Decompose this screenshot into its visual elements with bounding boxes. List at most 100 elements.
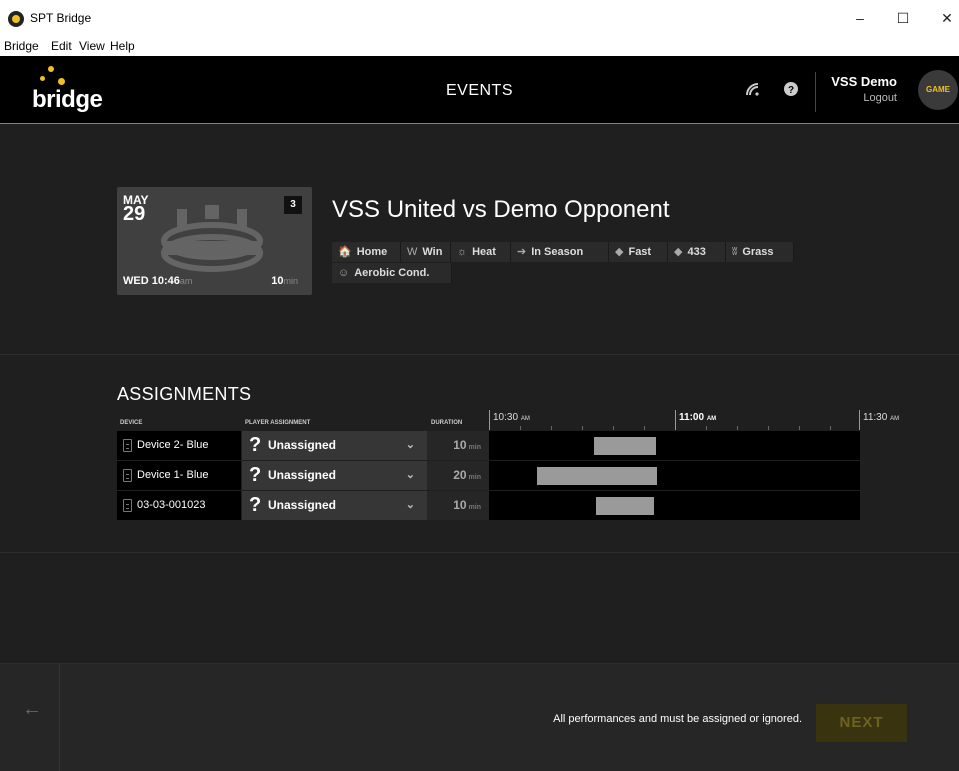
- timeline-minor-tick: [551, 426, 552, 430]
- minimize-button[interactable]: –: [842, 6, 878, 30]
- timeline-time: 11:00: [679, 412, 705, 423]
- sun-icon: ☼: [457, 246, 468, 258]
- menu-edit[interactable]: Edit: [51, 39, 72, 53]
- tag-home: 🏠 Home: [332, 242, 401, 262]
- tag-grass: ʬ Grass: [726, 242, 794, 262]
- timeline-track: [489, 461, 860, 490]
- timeline-label-1130: 11:30 AM: [863, 412, 899, 423]
- help-icon[interactable]: ?: [784, 82, 798, 100]
- back-button[interactable]: ←: [0, 664, 60, 771]
- tag-label: Grass: [742, 246, 774, 258]
- duration-unit: min: [468, 474, 481, 481]
- timeline-track: [489, 491, 860, 520]
- duration-cell: 10 min: [427, 491, 489, 520]
- player-value: Unassigned: [268, 498, 337, 512]
- chevron-down-icon: ⌄: [405, 469, 415, 481]
- app-icon: [8, 11, 24, 27]
- duration-value: 20: [453, 468, 467, 482]
- window-titlebar: SPT Bridge – ☐ ✕: [0, 0, 959, 38]
- player-select[interactable]: ? Unassigned ⌄: [242, 491, 427, 520]
- next-button[interactable]: NEXT: [816, 704, 907, 742]
- duration-column-header: DURATION: [431, 420, 463, 426]
- maximize-button[interactable]: ☐: [885, 6, 921, 30]
- tag-label: 433: [687, 246, 706, 258]
- timeline-minor-tick: [582, 426, 583, 430]
- timeline-minor-tick: [799, 426, 800, 430]
- timeline-major-tick: [489, 410, 490, 430]
- timeline-minor-tick: [644, 426, 645, 430]
- season-icon: ➔: [517, 246, 527, 258]
- tag-in-season: ➔ In Season: [511, 242, 609, 262]
- duration-cell: 20 min: [427, 461, 489, 490]
- session-bar[interactable]: [537, 467, 657, 485]
- menu-bridge[interactable]: Bridge: [4, 39, 39, 53]
- question-mark-icon: ?: [249, 464, 262, 486]
- duration-value: 10: [453, 498, 467, 512]
- timeline-label-1030: 10:30 AM: [493, 412, 530, 423]
- event-time: WED 10:46: [123, 275, 180, 287]
- event-date-card: MAY 29 3 WED 10:46am 10min: [117, 187, 312, 295]
- timeline-minor-tick: [768, 426, 769, 430]
- grass-icon: ʬ: [732, 246, 738, 258]
- svg-text:?: ?: [788, 85, 794, 96]
- footer-message: All performances and must be assigned or…: [553, 713, 802, 725]
- logout-link[interactable]: Logout: [863, 92, 897, 104]
- timeline-suffix: AM: [520, 416, 530, 422]
- footer-bar: ← All performances and must be assigned …: [0, 664, 959, 771]
- win-icon: W: [407, 246, 418, 258]
- tag-label: Win: [422, 246, 443, 258]
- device-icon: [123, 439, 132, 452]
- question-mark-icon: ?: [249, 434, 262, 456]
- app-header: bridge EVENTS ? VSS Demo Logout GAME: [0, 56, 959, 124]
- duration-unit: min: [468, 504, 481, 511]
- timeline-minor-tick: [737, 426, 738, 430]
- stadium-icon: [161, 205, 263, 272]
- device-name: Device 2- Blue: [137, 439, 209, 451]
- table-row: Device 1- Blue ? Unassigned ⌄ 20 min: [117, 461, 860, 491]
- player-select[interactable]: ? Unassigned ⌄: [242, 461, 427, 490]
- logo-dot-icon: [48, 66, 54, 72]
- timeline-major-tick: [859, 410, 860, 430]
- session-bar[interactable]: [594, 437, 656, 455]
- user-icon: ☺: [338, 267, 350, 279]
- timeline-suffix: AM: [890, 416, 900, 422]
- header-divider: [815, 72, 816, 112]
- timeline-minor-tick: [830, 426, 831, 430]
- window-title: SPT Bridge: [30, 11, 92, 25]
- chevron-down-icon: ⌄: [405, 499, 415, 511]
- device-cell: Device 2- Blue: [117, 431, 241, 460]
- section-divider: [0, 552, 959, 553]
- event-duration: 10min: [271, 275, 298, 287]
- event-duration-unit: min: [283, 276, 298, 286]
- menu-help[interactable]: Help: [110, 39, 135, 53]
- tag-icon: ◆: [615, 246, 624, 258]
- arrow-left-icon: ←: [22, 698, 42, 720]
- chevron-down-icon: ⌄: [405, 439, 415, 451]
- event-title: VSS United vs Demo Opponent: [332, 196, 670, 223]
- avatar[interactable]: GAME: [918, 70, 958, 110]
- section-divider: [0, 354, 959, 355]
- home-icon: 🏠: [338, 246, 352, 258]
- wireless-icon[interactable]: [745, 82, 761, 100]
- tag-fast: ◆ Fast: [609, 242, 668, 262]
- table-row: Device 2- Blue ? Unassigned ⌄ 10 min: [117, 431, 860, 461]
- tag-label: Home: [356, 246, 388, 258]
- tag-win: W Win: [401, 242, 451, 262]
- player-select[interactable]: ? Unassigned ⌄: [242, 431, 427, 460]
- session-bar[interactable]: [596, 497, 654, 515]
- menu-view[interactable]: View: [79, 39, 105, 53]
- timeline-minor-tick: [706, 426, 707, 430]
- timeline-time: 10:30: [493, 412, 519, 423]
- close-button[interactable]: ✕: [929, 6, 959, 30]
- device-cell: 03-03-001023: [117, 491, 241, 520]
- tag-formation: ◆ 433: [668, 242, 726, 262]
- event-count-badge: 3: [284, 196, 302, 214]
- event-duration-value: 10: [271, 275, 284, 287]
- device-icon: [123, 469, 132, 482]
- duration-unit: min: [468, 444, 481, 451]
- device-name: Device 1- Blue: [137, 469, 209, 481]
- logo-dot-icon: [40, 76, 45, 81]
- device-column-header: DEVICE: [120, 420, 143, 426]
- tag-label: Fast: [628, 246, 652, 258]
- event-tags: 🏠 Home W Win ☼ Heat ➔ In Season ◆ Fast ◆ 433 ʬ…: [332, 242, 802, 288]
